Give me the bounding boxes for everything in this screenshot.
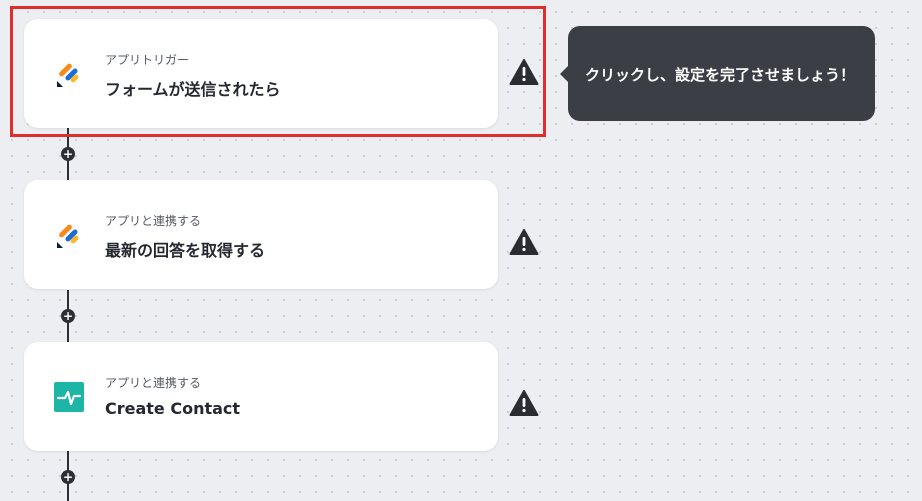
step-subtitle: アプリトリガー — [105, 53, 190, 67]
step-title: フォームが送信されたら — [105, 80, 281, 99]
step-title: 最新の回答を取得する — [105, 241, 266, 260]
add-step-button-3[interactable]: + — [61, 470, 75, 484]
jotform-icon — [57, 63, 79, 87]
setup-tooltip: クリックし、設定を完了させましょう！ — [560, 26, 875, 121]
jotform-icon — [57, 224, 79, 248]
teal-app-icon — [54, 382, 84, 412]
step-card-trigger[interactable]: アプリトリガー フォームが送信されたら — [24, 19, 498, 128]
step-subtitle: アプリと連携する — [105, 214, 202, 228]
warning-icon[interactable] — [509, 58, 539, 86]
add-step-button-1[interactable]: + — [61, 147, 75, 161]
tooltip-text: クリックし、設定を完了させましょう！ — [585, 66, 856, 84]
step-title: Create Contact — [105, 399, 241, 418]
step-card-create-contact[interactable]: アプリと連携する Create Contact — [24, 342, 498, 451]
step-card-get-latest-response[interactable]: アプリと連携する 最新の回答を取得する — [24, 180, 498, 289]
warning-icon[interactable] — [509, 228, 539, 256]
add-step-button-2[interactable]: + — [61, 309, 75, 323]
step-subtitle: アプリと連携する — [105, 376, 202, 390]
warning-icon[interactable] — [509, 389, 539, 417]
